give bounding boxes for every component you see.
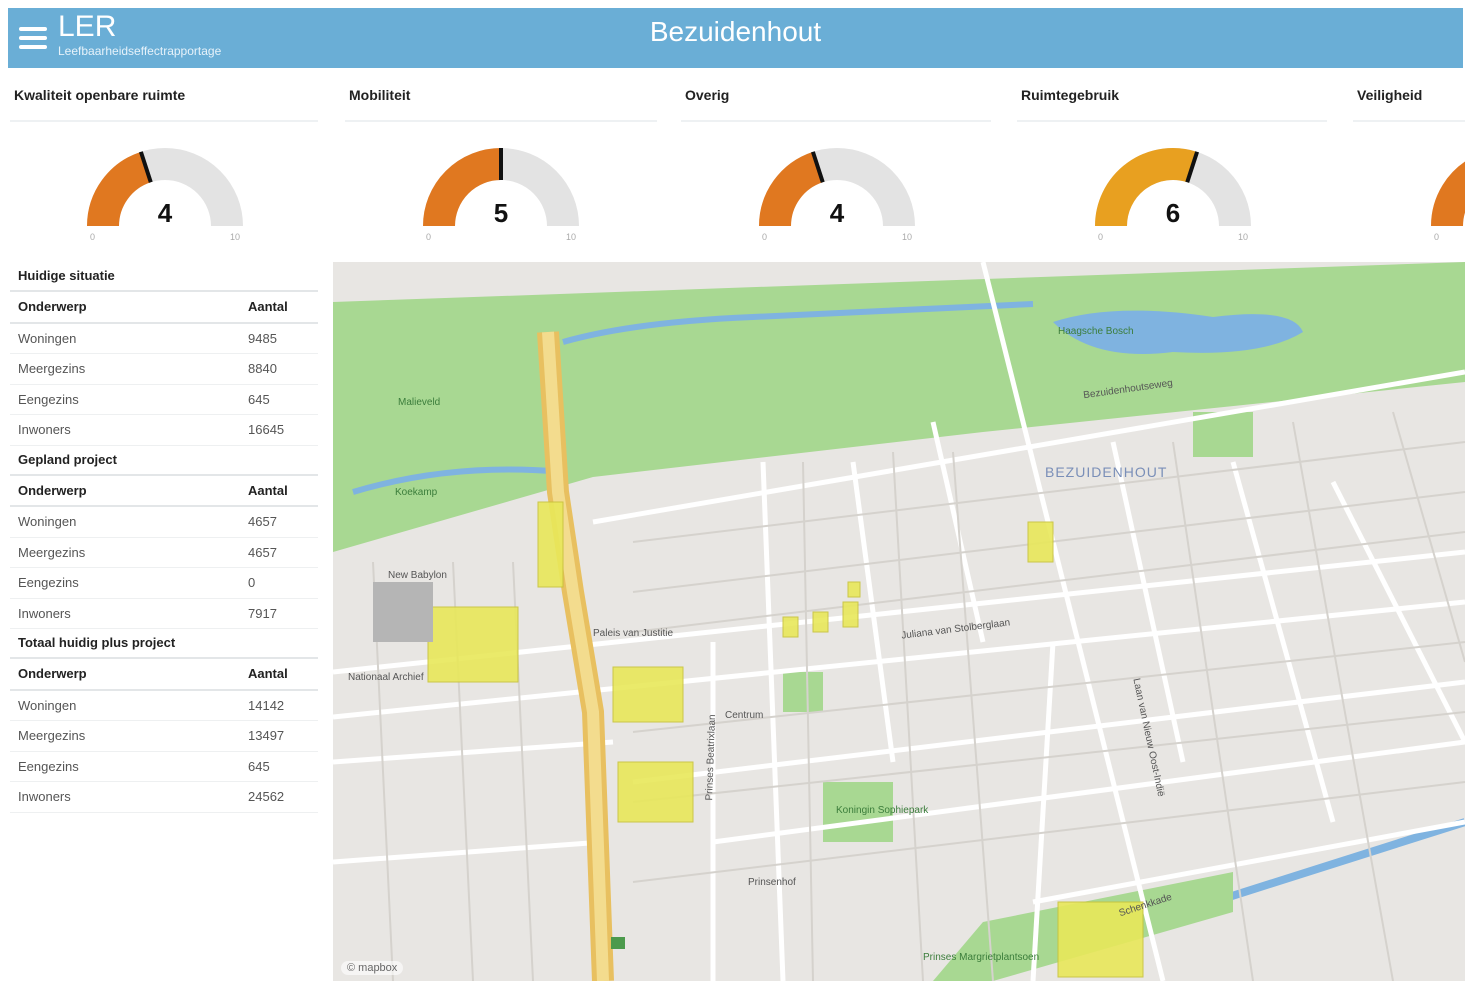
row-value: 14142	[248, 697, 285, 713]
map-label-koningin-sophiepark: Koningin Sophiepark	[836, 805, 929, 816]
map-label-prinsenhof: Prinsenhof	[748, 877, 796, 888]
gauge-value: 4	[157, 198, 173, 228]
row-label: Woningen	[18, 330, 77, 346]
gauge-max: 10	[901, 232, 912, 242]
map-label-koekamp: Koekamp	[395, 487, 438, 498]
map-label-new-babylon: New Babylon	[388, 570, 447, 581]
gauge-fill	[1431, 161, 1465, 227]
table-row: Inwoners 7917	[10, 599, 318, 629]
table-header: Onderwerp Aantal	[10, 476, 318, 507]
table-row: Woningen 4657	[10, 507, 318, 538]
map-label-paleis-van-justitie: Paleis van Justitie	[593, 628, 674, 639]
column-header-count: Aantal	[248, 666, 288, 681]
table-row: Meergezins 4657	[10, 538, 318, 568]
section-title: Huidige situatie	[10, 262, 318, 292]
section-totaal: Totaal huidig plus project Onderwerp Aant…	[10, 629, 318, 813]
row-label: Meergezins	[18, 361, 86, 376]
row-value: 9485	[248, 330, 277, 346]
row-label: Woningen	[18, 697, 77, 713]
section-title: Totaal huidig plus project	[10, 629, 318, 659]
row-label: Inwoners	[18, 789, 71, 804]
column-header-subject: Onderwerp	[18, 666, 87, 681]
map-view[interactable]: Haagsche Bosch Malieveld Koekamp BEZUIDE…	[333, 262, 1465, 981]
row-value: 24562	[248, 789, 285, 804]
gauge-min: 0	[426, 232, 432, 242]
table-row: Woningen 14142	[10, 691, 318, 721]
building-block	[373, 582, 433, 642]
table-row: Eengezins 645	[10, 385, 318, 415]
gauge-min: 0	[90, 232, 96, 242]
gauge-max: 10	[565, 232, 576, 242]
map-label-malieveld: Malieveld	[398, 397, 441, 408]
gauge-title: Veiligheid	[1353, 82, 1465, 122]
row-label: Woningen	[18, 514, 77, 529]
row-label: Eengezins	[18, 391, 79, 407]
park-area	[333, 262, 1465, 552]
park-area	[783, 672, 823, 712]
map-label-nationaal-archief: Nationaal Archief	[348, 672, 424, 683]
row-value: 16645	[248, 422, 285, 437]
table-header: Onderwerp Aantal	[10, 292, 318, 324]
column-header-count: Aantal	[248, 299, 288, 314]
gauge-title: Overig	[681, 82, 991, 122]
table-row: Inwoners 16645	[10, 415, 318, 446]
row-value: 13497	[248, 728, 285, 743]
gauge-max: 10	[229, 232, 240, 242]
table-row: Eengezins 645	[10, 752, 318, 782]
gauge-mobiliteit: 5 0 10	[416, 140, 586, 250]
section-gepland-project: Gepland project Onderwerp Aantal Woningen…	[10, 446, 318, 629]
gauge-min: 0	[762, 232, 768, 242]
gauge-ruimtegebruik: 6 0 10	[1088, 140, 1258, 250]
column-header-count: Aantal	[248, 482, 288, 498]
row-value: 645	[248, 758, 270, 774]
row-label: Inwoners	[18, 422, 71, 437]
area-title: Bezuidenhout	[649, 16, 822, 47]
gauge-min: 0	[1098, 232, 1104, 242]
mapbox-attribution[interactable]: © mapbox	[341, 961, 404, 975]
gauge-max: 10	[1237, 232, 1248, 242]
gauge-overig: 4 0 10	[752, 140, 922, 250]
map-label-haagsche-bosch: Haagsche Bosch	[1058, 326, 1134, 337]
row-label: Meergezins	[18, 728, 86, 743]
gauge-title: Ruimtegebruik	[1017, 82, 1327, 122]
row-value: 4657	[248, 514, 277, 529]
section-huidige-situatie: Huidige situatie Onderwerp Aantal Woninge…	[10, 262, 318, 446]
gauge-value: 5	[493, 198, 509, 228]
gauge-title: Mobiliteit	[345, 82, 657, 122]
row-value: 8840	[248, 361, 277, 376]
map-canvas[interactable]	[333, 262, 1465, 981]
transit-marker	[611, 937, 625, 949]
gauge-kwaliteit-openbare-ruimte: 4 0 10	[80, 140, 250, 250]
table-row: Meergezins 8840	[10, 354, 318, 385]
table-row: Meergezins 13497	[10, 721, 318, 752]
gauge-min: 0	[1434, 232, 1440, 242]
statistics-table: Huidige situatie Onderwerp Aantal Woninge…	[10, 262, 318, 813]
map-label-district: BEZUIDENHOUT	[1045, 464, 1168, 480]
gauge-value: 6	[1165, 198, 1181, 228]
gauge-veiligheid: 0	[1424, 140, 1465, 250]
row-label: Eengezins	[18, 575, 79, 590]
row-label: Eengezins	[18, 758, 79, 774]
row-value: 4657	[248, 544, 277, 560]
section-title: Gepland project	[10, 446, 318, 476]
gauge-title: Kwaliteit openbare ruimte	[10, 82, 318, 122]
table-row: Inwoners 24562	[10, 782, 318, 813]
row-value: 0	[248, 575, 256, 590]
row-value: 7917	[248, 605, 277, 621]
column-header-subject: Onderwerp	[18, 482, 87, 498]
map-label-centrum: Centrum	[725, 710, 764, 721]
app-header: LER Leefbaarheidseffectrapportage Bezuid…	[8, 8, 1463, 68]
gauge-value: 4	[829, 198, 845, 228]
table-row: Eengezins 0	[10, 568, 318, 599]
row-label: Meergezins	[18, 544, 86, 560]
map-label-prinses-margrietplantsoen: Prinses Margrietplantsoen	[923, 952, 1040, 963]
table-row: Woningen 9485	[10, 324, 318, 354]
row-label: Inwoners	[18, 605, 71, 621]
table-header: Onderwerp Aantal	[10, 659, 318, 691]
row-value: 645	[248, 391, 270, 407]
column-header-subject: Onderwerp	[18, 299, 87, 314]
